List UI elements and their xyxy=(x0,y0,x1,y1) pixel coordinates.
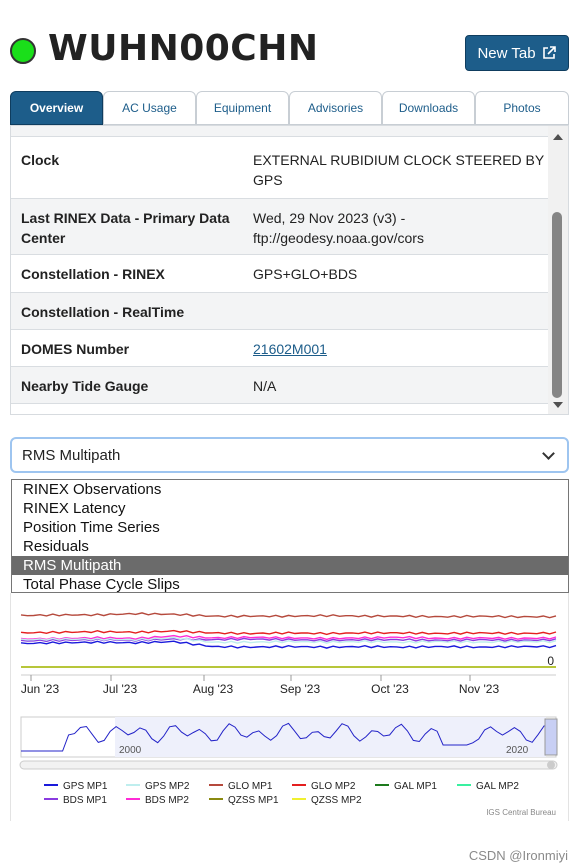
dropdown-option[interactable]: Position Time Series xyxy=(12,518,568,537)
info-value: Wed, 29 Nov 2023 (v3) - xyxy=(253,210,406,226)
plot-type-selected-value: RMS Multipath xyxy=(22,447,121,464)
new-tab-button[interactable]: New Tab xyxy=(465,35,569,71)
info-row-constellation-rinex: Constellation - RINEX GPS+GLO+BDS xyxy=(11,255,548,293)
plot-area xyxy=(20,612,557,668)
info-value: N/A xyxy=(253,378,277,394)
plot-type-dropdown: RINEX Observations RINEX Latency Positio… xyxy=(11,479,569,593)
info-row-domes: DOMES Number 21602M001 xyxy=(11,330,548,367)
legend-item-label[interactable]: GPS MP2 xyxy=(145,781,190,792)
panel-scrollbar[interactable] xyxy=(548,126,568,414)
chart-legend: GPS MP1 GPS MP2 GLO MP1 GLO MP2 GAL MP1 GAL M… xyxy=(44,781,519,806)
scroll-down-arrow-icon[interactable] xyxy=(553,402,563,408)
legend-item-label[interactable]: GLO MP2 xyxy=(311,781,356,792)
info-label: DOMES Number xyxy=(21,341,130,357)
info-row-last-rinex: Last RINEX Data - Primary Data Center We… xyxy=(11,199,548,255)
info-row-clock: Clock EXTERNAL RUBIDIUM CLOCK STEERED BY… xyxy=(11,137,548,199)
station-info-panel: Clock EXTERNAL RUBIDIUM CLOCK STEERED BY… xyxy=(10,125,569,415)
info-label: Constellation - RINEX xyxy=(21,266,165,282)
chart-credit: IGS Central Bureau xyxy=(486,808,556,817)
dropdown-option[interactable]: RINEX Latency xyxy=(12,499,568,518)
station-tabs: Overview AC Usage Equipment Advisories D… xyxy=(10,91,569,125)
navigator-scroll-knob[interactable] xyxy=(547,761,555,769)
tab-photos[interactable]: Photos xyxy=(475,91,569,125)
domes-number-link[interactable]: 21602M001 xyxy=(253,341,327,357)
dropdown-option-selected[interactable]: RMS Multipath xyxy=(12,556,568,575)
x-tick-label: Aug '23 xyxy=(193,682,234,696)
chevron-down-icon xyxy=(542,447,555,460)
info-row-constellation-realtime: Constellation - RealTime xyxy=(11,293,548,330)
scroll-up-arrow-icon[interactable] xyxy=(553,134,563,140)
series-line xyxy=(20,629,557,636)
tab-advisories[interactable]: Advisories xyxy=(289,91,382,125)
navigator[interactable]: 2000 2020 xyxy=(19,716,558,770)
status-indicator-icon xyxy=(10,38,36,64)
info-label: Constellation - RealTime xyxy=(21,304,185,320)
navigator-scrollbar[interactable] xyxy=(19,760,558,770)
tab-overview[interactable]: Overview xyxy=(10,91,103,125)
legend-item-label[interactable]: GAL MP2 xyxy=(476,781,519,792)
legend-item-label[interactable]: GPS MP1 xyxy=(63,781,108,792)
tab-equipment[interactable]: Equipment xyxy=(196,91,289,125)
navigator-year-label: 2020 xyxy=(506,745,529,756)
plot-type-select[interactable]: RMS Multipath xyxy=(10,437,569,473)
x-axis: Jun '23 Jul '23 Aug '23 Sep '23 Oct '23 Nov '… xyxy=(21,675,500,696)
x-tick-label: Jun '23 xyxy=(21,682,60,696)
legend-item-label[interactable]: QZSS MP1 xyxy=(228,795,279,806)
chart-svg: 0 Jun '23 Jul '23 Aug '23 Sep '23 Oct '23 Nov… xyxy=(19,612,558,817)
info-value: EXTERNAL RUBIDIUM CLOCK STEERED BY xyxy=(253,152,545,168)
info-label: Nearby Tide Gauge xyxy=(21,378,149,394)
info-label: Last RINEX Data - Primary Data xyxy=(21,210,230,226)
external-link-icon xyxy=(542,46,556,59)
info-value: GPS+GLO+BDS xyxy=(253,266,358,282)
new-tab-label: New Tab xyxy=(477,44,536,62)
station-title: WUHN00CHN xyxy=(48,28,319,69)
legend-item-label[interactable]: QZSS MP2 xyxy=(311,795,362,806)
rms-multipath-chart: 0 Jun '23 Jul '23 Aug '23 Sep '23 Oct '23 Nov… xyxy=(10,593,569,821)
info-row-tide-gauge: Nearby Tide Gauge N/A xyxy=(11,367,548,404)
watermark: CSDN @Ironmiyi xyxy=(468,848,568,863)
dropdown-option[interactable]: RINEX Observations xyxy=(12,480,568,499)
scroll-thumb[interactable] xyxy=(552,212,562,398)
x-tick-label: Jul '23 xyxy=(103,682,138,696)
navigator-year-label: 2000 xyxy=(119,745,142,756)
dropdown-option[interactable]: Residuals xyxy=(12,537,568,556)
legend-item-label[interactable]: GAL MP1 xyxy=(394,781,437,792)
y-tick-label: 0 xyxy=(547,654,554,668)
series-line xyxy=(20,612,557,619)
tab-ac-usage[interactable]: AC Usage xyxy=(103,91,196,125)
x-tick-label: Sep '23 xyxy=(280,682,321,696)
tab-downloads[interactable]: Downloads xyxy=(382,91,475,125)
legend-item-label[interactable]: GLO MP1 xyxy=(228,781,273,792)
x-tick-label: Nov '23 xyxy=(459,682,500,696)
info-row-partial xyxy=(11,126,548,137)
legend-item-label[interactable]: BDS MP1 xyxy=(63,795,107,806)
page-header: WUHN00CHN New Tab xyxy=(0,0,580,90)
x-tick-label: Oct '23 xyxy=(371,682,409,696)
info-value-line2: ftp://geodesy.noaa.gov/cors xyxy=(253,230,424,246)
info-value-line2: GPS xyxy=(253,172,283,188)
info-value: 21602M001 xyxy=(253,339,327,359)
info-label-line2: Center xyxy=(21,230,66,246)
navigator-handle[interactable] xyxy=(544,718,558,756)
info-label: Clock xyxy=(21,152,60,168)
dropdown-option[interactable]: Total Phase Cycle Slips xyxy=(12,575,568,594)
legend-item-label[interactable]: BDS MP2 xyxy=(145,795,189,806)
